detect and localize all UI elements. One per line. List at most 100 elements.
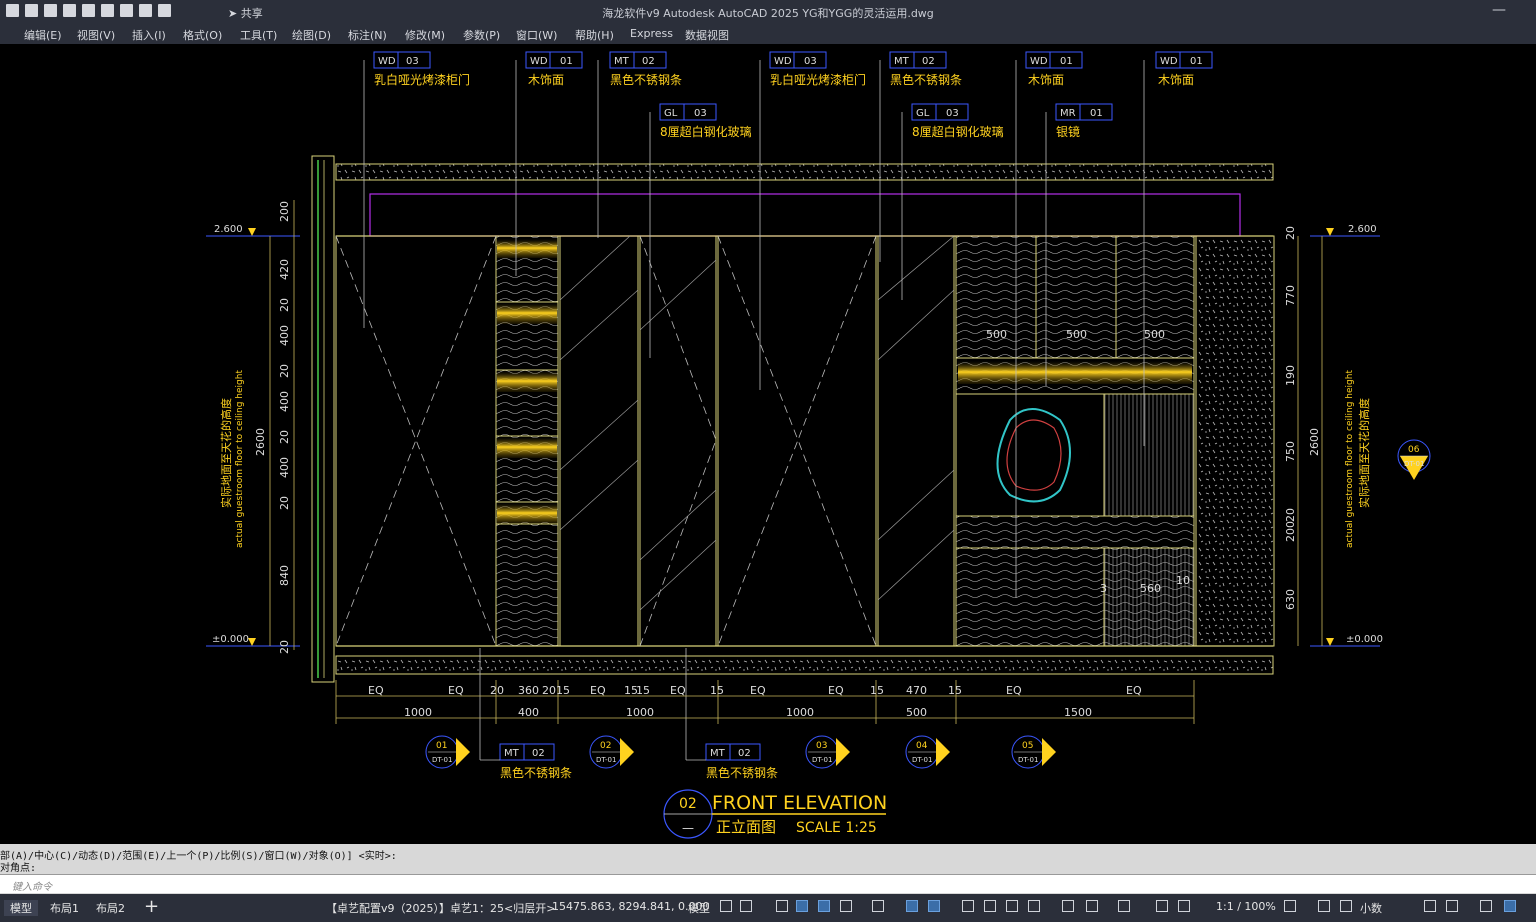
menu-tools[interactable]: 工具(T): [240, 27, 277, 43]
grid-icon[interactable]: [720, 900, 732, 912]
tag-code: WD: [530, 56, 548, 67]
object-snap-tracking-icon[interactable]: [906, 900, 918, 912]
menu-modify[interactable]: 修改(M): [405, 27, 445, 43]
tag-num: 01: [1090, 108, 1103, 119]
ucs-icon[interactable]: [1062, 900, 1074, 912]
height-note-en-right: actual guestroom floor to ceiling height: [1345, 370, 1355, 548]
drawing-canvas[interactable]: WD 03 乳白哑光烤漆柜门 WD 01 木饰面 MT 02 黑色不锈钢条 GL…: [0, 44, 1536, 844]
dim-text: 20: [1284, 226, 1297, 240]
dim-text: 20: [278, 496, 291, 510]
material-tag: MT 02 黑色不锈钢条: [609, 51, 682, 87]
material-tag: WD 01 木饰面: [525, 51, 583, 87]
units-label[interactable]: 小数: [1360, 900, 1382, 916]
add-icon[interactable]: [1318, 900, 1330, 912]
command-history-line1: 部(A)/中心(C)/动态(D)/范围(E)/上一个(P)/比例(S)/窗口(W…: [0, 851, 397, 862]
snap-icon[interactable]: [740, 900, 752, 912]
menu-format[interactable]: 格式(O): [183, 27, 222, 43]
lock-ui-icon[interactable]: [1424, 900, 1436, 912]
tab-layout1[interactable]: 布局1: [50, 900, 79, 916]
hardware-acceleration-icon[interactable]: [1480, 900, 1492, 912]
polar-icon[interactable]: [840, 900, 852, 912]
section-num: 03: [816, 741, 827, 751]
minimize-button[interactable]: —: [1492, 2, 1506, 18]
selection-cycling-icon[interactable]: [1006, 900, 1018, 912]
bottom-dims-row1: EQ EQ 20 360 20 15 EQ 15 15 EQ 15 EQ EQ …: [368, 684, 1142, 697]
title-sheet: —: [682, 821, 694, 835]
menu-parameters[interactable]: 参数(P): [463, 27, 500, 43]
gizmo-icon[interactable]: [1086, 900, 1098, 912]
level-bottom-right: ±0.000: [1346, 634, 1383, 645]
annotation-visibility-icon[interactable]: [1156, 900, 1168, 912]
menu-express[interactable]: Express: [630, 27, 673, 40]
tag-desc: 木饰面: [1158, 73, 1194, 87]
dim-text: 840: [278, 565, 291, 586]
3d-osnap-icon[interactable]: [1028, 900, 1040, 912]
section-marker: 03 DT-01: [805, 735, 850, 769]
auto-scale-icon[interactable]: [1178, 900, 1190, 912]
section-ref: DT-01: [1404, 460, 1424, 468]
material-tag: MT 02 黑色不锈钢条: [889, 51, 962, 87]
section-num: 06: [1408, 445, 1420, 455]
dim-text: 500: [1144, 328, 1165, 341]
menu-view[interactable]: 视图(V): [77, 27, 115, 43]
tag-num: 03: [804, 56, 817, 67]
tag-code: MR: [1060, 108, 1076, 119]
isolate-objects-icon[interactable]: [1446, 900, 1458, 912]
transparency-icon[interactable]: [984, 900, 996, 912]
workspace-label[interactable]: 【卓艺配置v9（2025）】卓艺1：25<归层开>: [326, 900, 555, 916]
dim-text: EQ: [750, 684, 766, 697]
dynamic-input-icon[interactable]: [796, 900, 808, 912]
menu-data-view[interactable]: 数据视图: [685, 27, 729, 43]
tag-code: WD: [774, 56, 792, 67]
menu-edit[interactable]: 编辑(E): [24, 27, 62, 43]
infer-icon[interactable]: [776, 900, 788, 912]
dim-text: 1000: [786, 706, 814, 719]
dim-text: 190: [1284, 365, 1297, 386]
dim-text: 20: [278, 430, 291, 444]
add-layout-button[interactable]: +: [144, 896, 159, 917]
quick-properties-icon[interactable]: [1340, 900, 1352, 912]
object-snap-icon[interactable]: [928, 900, 940, 912]
dim-text: 1000: [626, 706, 654, 719]
dim-text: 400: [278, 325, 291, 346]
dim-text: 400: [278, 391, 291, 412]
annotation-monitor-icon[interactable]: [1118, 900, 1130, 912]
menu-dimension[interactable]: 标注(N): [348, 27, 387, 43]
command-input[interactable]: 键入命令: [0, 874, 1536, 893]
dim-text: 420: [278, 259, 291, 280]
section-marker: 04 DT-01: [905, 735, 950, 769]
dim-text: 15: [870, 684, 884, 697]
dim-text: 20: [278, 298, 291, 312]
section-num: 02: [600, 741, 611, 751]
clean-screen-icon[interactable]: [1504, 900, 1516, 912]
gear-icon[interactable]: [1284, 900, 1296, 912]
annotation-scale[interactable]: 1:1 / 100%: [1216, 900, 1276, 913]
tag-code: WD: [1030, 56, 1048, 67]
menu-draw[interactable]: 绘图(D): [292, 27, 331, 43]
tag-num: 03: [694, 108, 707, 119]
material-tag: WD 03 乳白哑光烤漆柜门: [373, 51, 470, 87]
dim-text: 20: [278, 640, 291, 654]
dim-text: EQ: [590, 684, 606, 697]
tag-num: 03: [406, 56, 419, 67]
section-ref: DT-01: [596, 756, 616, 764]
tab-model[interactable]: 模型: [4, 900, 38, 916]
model-space-button[interactable]: 模型: [688, 900, 710, 916]
title-bar: ➤ 共享 海龙软件v9 Autodesk AutoCAD 2025 YG和YGG…: [0, 0, 1536, 24]
lineweight-icon[interactable]: [962, 900, 974, 912]
tag-num: 01: [1190, 56, 1203, 67]
ortho-icon[interactable]: [818, 900, 830, 912]
material-tag: GL 03 8厘超白钢化玻璃: [911, 103, 1004, 139]
dim-total: 2600: [254, 428, 267, 456]
menu-insert[interactable]: 插入(I): [132, 27, 166, 43]
tag-code: MT: [504, 748, 520, 759]
menu-window[interactable]: 窗口(W): [516, 27, 557, 43]
tag-code: GL: [916, 108, 930, 119]
isodraft-icon[interactable]: [872, 900, 884, 912]
level-top-right: 2.600: [1348, 224, 1377, 235]
dim-text: 15: [948, 684, 962, 697]
material-tag: WD 01 木饰面: [1025, 51, 1083, 87]
tab-layout2[interactable]: 布局2: [96, 900, 125, 916]
menu-help[interactable]: 帮助(H): [575, 27, 614, 43]
tag-code: MT: [710, 748, 726, 759]
